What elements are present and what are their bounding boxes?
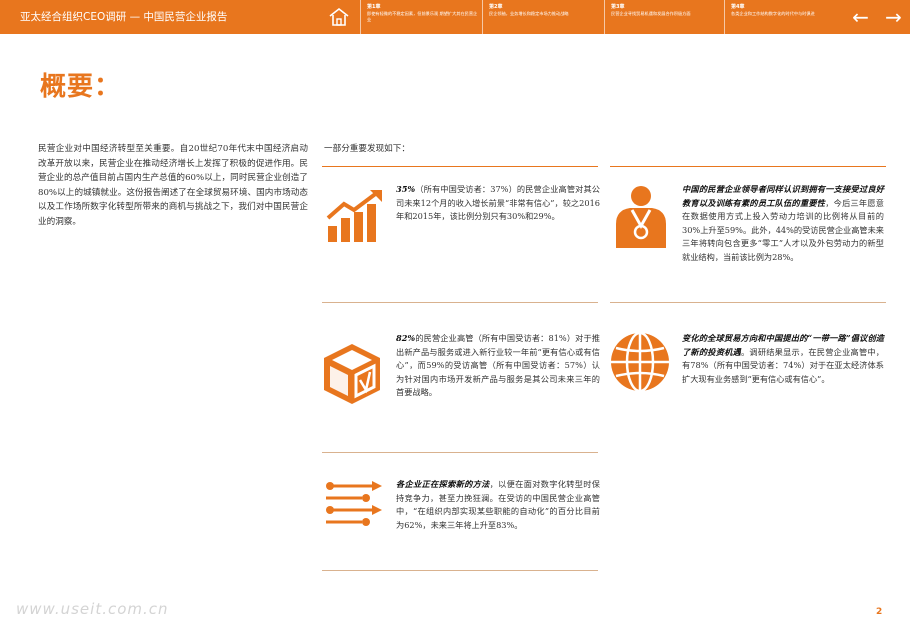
divider <box>322 302 598 303</box>
divider <box>322 570 598 571</box>
divider <box>610 166 886 167</box>
finding-card-3: 82%的民营企业高管（所有中国受访者：81%）对于推出新产品与服务或进入新行业较… <box>396 332 600 400</box>
finding-highlight: 35% <box>396 184 416 194</box>
chapter-tab-3[interactable]: 第3章 民营企业寻找贸易机遇和发展合作积极方面 <box>604 0 724 34</box>
next-page-arrow-icon[interactable]: → <box>885 7 902 27</box>
intro-paragraph: 民营企业对中国经济转型至关重要。自20世纪70年代末中国经济启动改革开放以来，民… <box>38 144 308 227</box>
chapter-description: 即使有轻微的不稳定因素，但前景乐观 期望扩大其在民营企业 <box>367 11 478 22</box>
home-button[interactable] <box>322 0 356 34</box>
chapter-tab-4[interactable]: 第4章 各类企业和工作结构数字化的时代中与时俱进 <box>724 0 844 34</box>
chapter-number: 第4章 <box>731 4 745 10</box>
chapter-number: 第1章 <box>367 4 381 10</box>
previous-page-arrow-icon[interactable]: ← <box>852 7 869 27</box>
chapter-number: 第2章 <box>489 4 503 10</box>
circuit-arrows-icon <box>326 481 382 526</box>
findings-label: 一部分重要发现如下： <box>324 144 410 154</box>
globe-icon <box>611 331 669 393</box>
chapter-number: 第3章 <box>611 4 625 10</box>
finding-highlight: 各企业正在探索新的方法 <box>396 479 490 489</box>
divider <box>610 302 886 303</box>
finding-card-5: 各企业正在探索新的方法，以便在面对数字化转型时保持竞争力，甚至力挽狂澜。在受访的… <box>396 478 600 532</box>
watermark: www.useit.com.cn <box>16 600 169 618</box>
finding-card-1: 35%（所有中国受访者：37%）的民营企业高管对其公司未来12个月的收入增长前景… <box>396 183 600 224</box>
divider <box>322 166 598 167</box>
page-number: 2 <box>876 607 883 617</box>
page-title: 概要： <box>40 72 122 102</box>
cube-icon <box>324 344 380 404</box>
home-icon <box>329 7 349 26</box>
finding-card-2: 中国的民营企业领导者同样认识到拥有一支接受过良好教育以及训练有素的员工队伍的重要… <box>682 183 884 265</box>
finding-card-4: 变化的全球贸易方向和中国提出的“一带一路”倡议创造了新的投资机遇。调研结果显示，… <box>682 332 884 386</box>
growth-chart-icon <box>326 190 382 242</box>
chapter-tab-1[interactable]: 第1章 即使有轻微的不稳定因素，但前景乐观 期望扩大其在民营企业 <box>360 0 482 34</box>
divider <box>322 452 598 453</box>
finding-text: （所有中国受访者：37%）的民营企业高管对其公司未来12个月的收入增长前景“非常… <box>396 184 600 222</box>
finding-text: 的民营企业高管（所有中国受访者：81%）对于推出新产品与服务或进入新行业较一年前… <box>396 333 600 398</box>
report-title: 亚太经合组织CEO调研 — 中国民营企业报告 <box>20 11 228 23</box>
chapter-description: 各类企业和工作结构数字化的时代中与时俱进 <box>731 11 815 16</box>
chapter-description: 民企领袖，业务增长和稳定市场力推动战略 <box>489 11 569 16</box>
finding-highlight: 82% <box>396 333 416 343</box>
medal-person-icon <box>616 186 666 248</box>
chapter-tab-2[interactable]: 第2章 民企领袖，业务增长和稳定市场力推动战略 <box>482 0 604 34</box>
page-navigation: ← → <box>844 0 910 34</box>
chapter-description: 民营企业寻找贸易机遇和发展合作积极方面 <box>611 11 691 16</box>
